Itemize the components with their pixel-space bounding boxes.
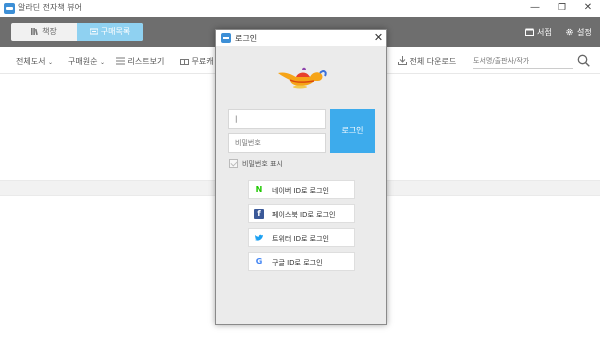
download-all-label: 전체 다운로드 <box>409 57 457 66</box>
list-view-label: 리스트보기 <box>127 57 165 66</box>
app-icon <box>221 33 231 43</box>
google-login-button[interactable]: G 구글 ID로 로그인 <box>248 252 355 271</box>
tab-bookshelf-label: 책장 <box>42 27 57 36</box>
dialog-title-bar: 로그인 ✕ <box>216 30 386 46</box>
store-label: 서점 <box>537 28 552 37</box>
tab-switcher: 책장 구매목록 <box>11 23 143 41</box>
store-icon <box>525 28 534 36</box>
bookshelf-icon <box>31 28 38 35</box>
search-box <box>473 53 593 69</box>
chevron-down-icon: ⌄ <box>48 59 54 66</box>
maximize-button[interactable]: ❐ <box>552 1 572 15</box>
tab-purchase-list-label: 구매목록 <box>100 27 131 36</box>
google-icon: G <box>255 257 263 266</box>
title-bar: 알라딘 전자책 뷰어 — ❐ ✕ <box>0 0 600 17</box>
dialog-close-button[interactable]: ✕ <box>372 31 385 44</box>
show-password-option[interactable]: 비밀번호 표시 <box>229 159 283 169</box>
search-input[interactable] <box>473 53 573 69</box>
gift-icon <box>180 59 189 65</box>
cart-list-icon <box>89 28 98 35</box>
minimize-button[interactable]: — <box>525 1 545 15</box>
app-title: 알라딘 전자책 뷰어 <box>18 3 82 12</box>
dialog-title: 로그인 <box>235 34 258 43</box>
user-id-input[interactable] <box>228 109 326 129</box>
tab-purchase-list[interactable]: 구매목록 <box>77 23 143 41</box>
twitter-login-button[interactable]: 트위터 ID로 로그인 <box>248 228 355 247</box>
sort-dropdown[interactable]: 구매원순 ⌄ <box>68 56 105 67</box>
naver-login-button[interactable]: N 네이버 ID로 로그인 <box>248 180 355 199</box>
naver-login-label: 네이버 ID로 로그인 <box>272 187 329 195</box>
login-button[interactable]: 로그인 <box>330 109 375 153</box>
show-password-checkbox[interactable] <box>229 159 238 168</box>
download-all-button[interactable]: 전체 다운로드 <box>398 56 456 67</box>
facebook-login-label: 페이스북 ID로 로그인 <box>272 211 336 219</box>
filter-all-dropdown[interactable]: 전체도서 ⌄ <box>16 56 53 67</box>
window-close-button[interactable]: ✕ <box>578 1 598 15</box>
twitter-icon <box>255 234 263 241</box>
facebook-icon: f <box>254 209 264 219</box>
store-button[interactable]: 서점 <box>525 27 552 38</box>
filter-all-label: 전체도서 <box>16 57 46 66</box>
sort-label: 구매원순 <box>68 57 98 66</box>
password-input[interactable] <box>228 133 326 153</box>
settings-label: 설정 <box>577 28 592 37</box>
twitter-login-label: 트위터 ID로 로그인 <box>272 235 329 243</box>
naver-icon: N <box>255 185 263 194</box>
tab-bookshelf[interactable]: 책장 <box>11 23 77 41</box>
show-password-label: 비밀번호 표시 <box>242 160 283 168</box>
google-login-label: 구글 ID로 로그인 <box>272 259 323 267</box>
settings-button[interactable]: 설정 <box>565 27 592 38</box>
magic-lamp-logo <box>278 67 327 89</box>
list-view-button[interactable]: 리스트보기 <box>116 56 164 67</box>
search-icon[interactable] <box>577 54 590 67</box>
login-dialog: 로그인 ✕ 로그인 비밀번호 표시 N 네이버 ID로 로그인 f 페이스북 I… <box>215 29 387 325</box>
download-icon <box>398 56 407 65</box>
free-partial-button[interactable]: 무료캐 <box>180 56 214 67</box>
free-partial-label: 무료캐 <box>191 57 214 66</box>
gear-icon <box>566 28 573 36</box>
chevron-down-icon: ⌄ <box>100 59 106 66</box>
list-icon <box>116 57 125 65</box>
facebook-login-button[interactable]: f 페이스북 ID로 로그인 <box>248 204 355 223</box>
app-icon <box>4 3 15 14</box>
